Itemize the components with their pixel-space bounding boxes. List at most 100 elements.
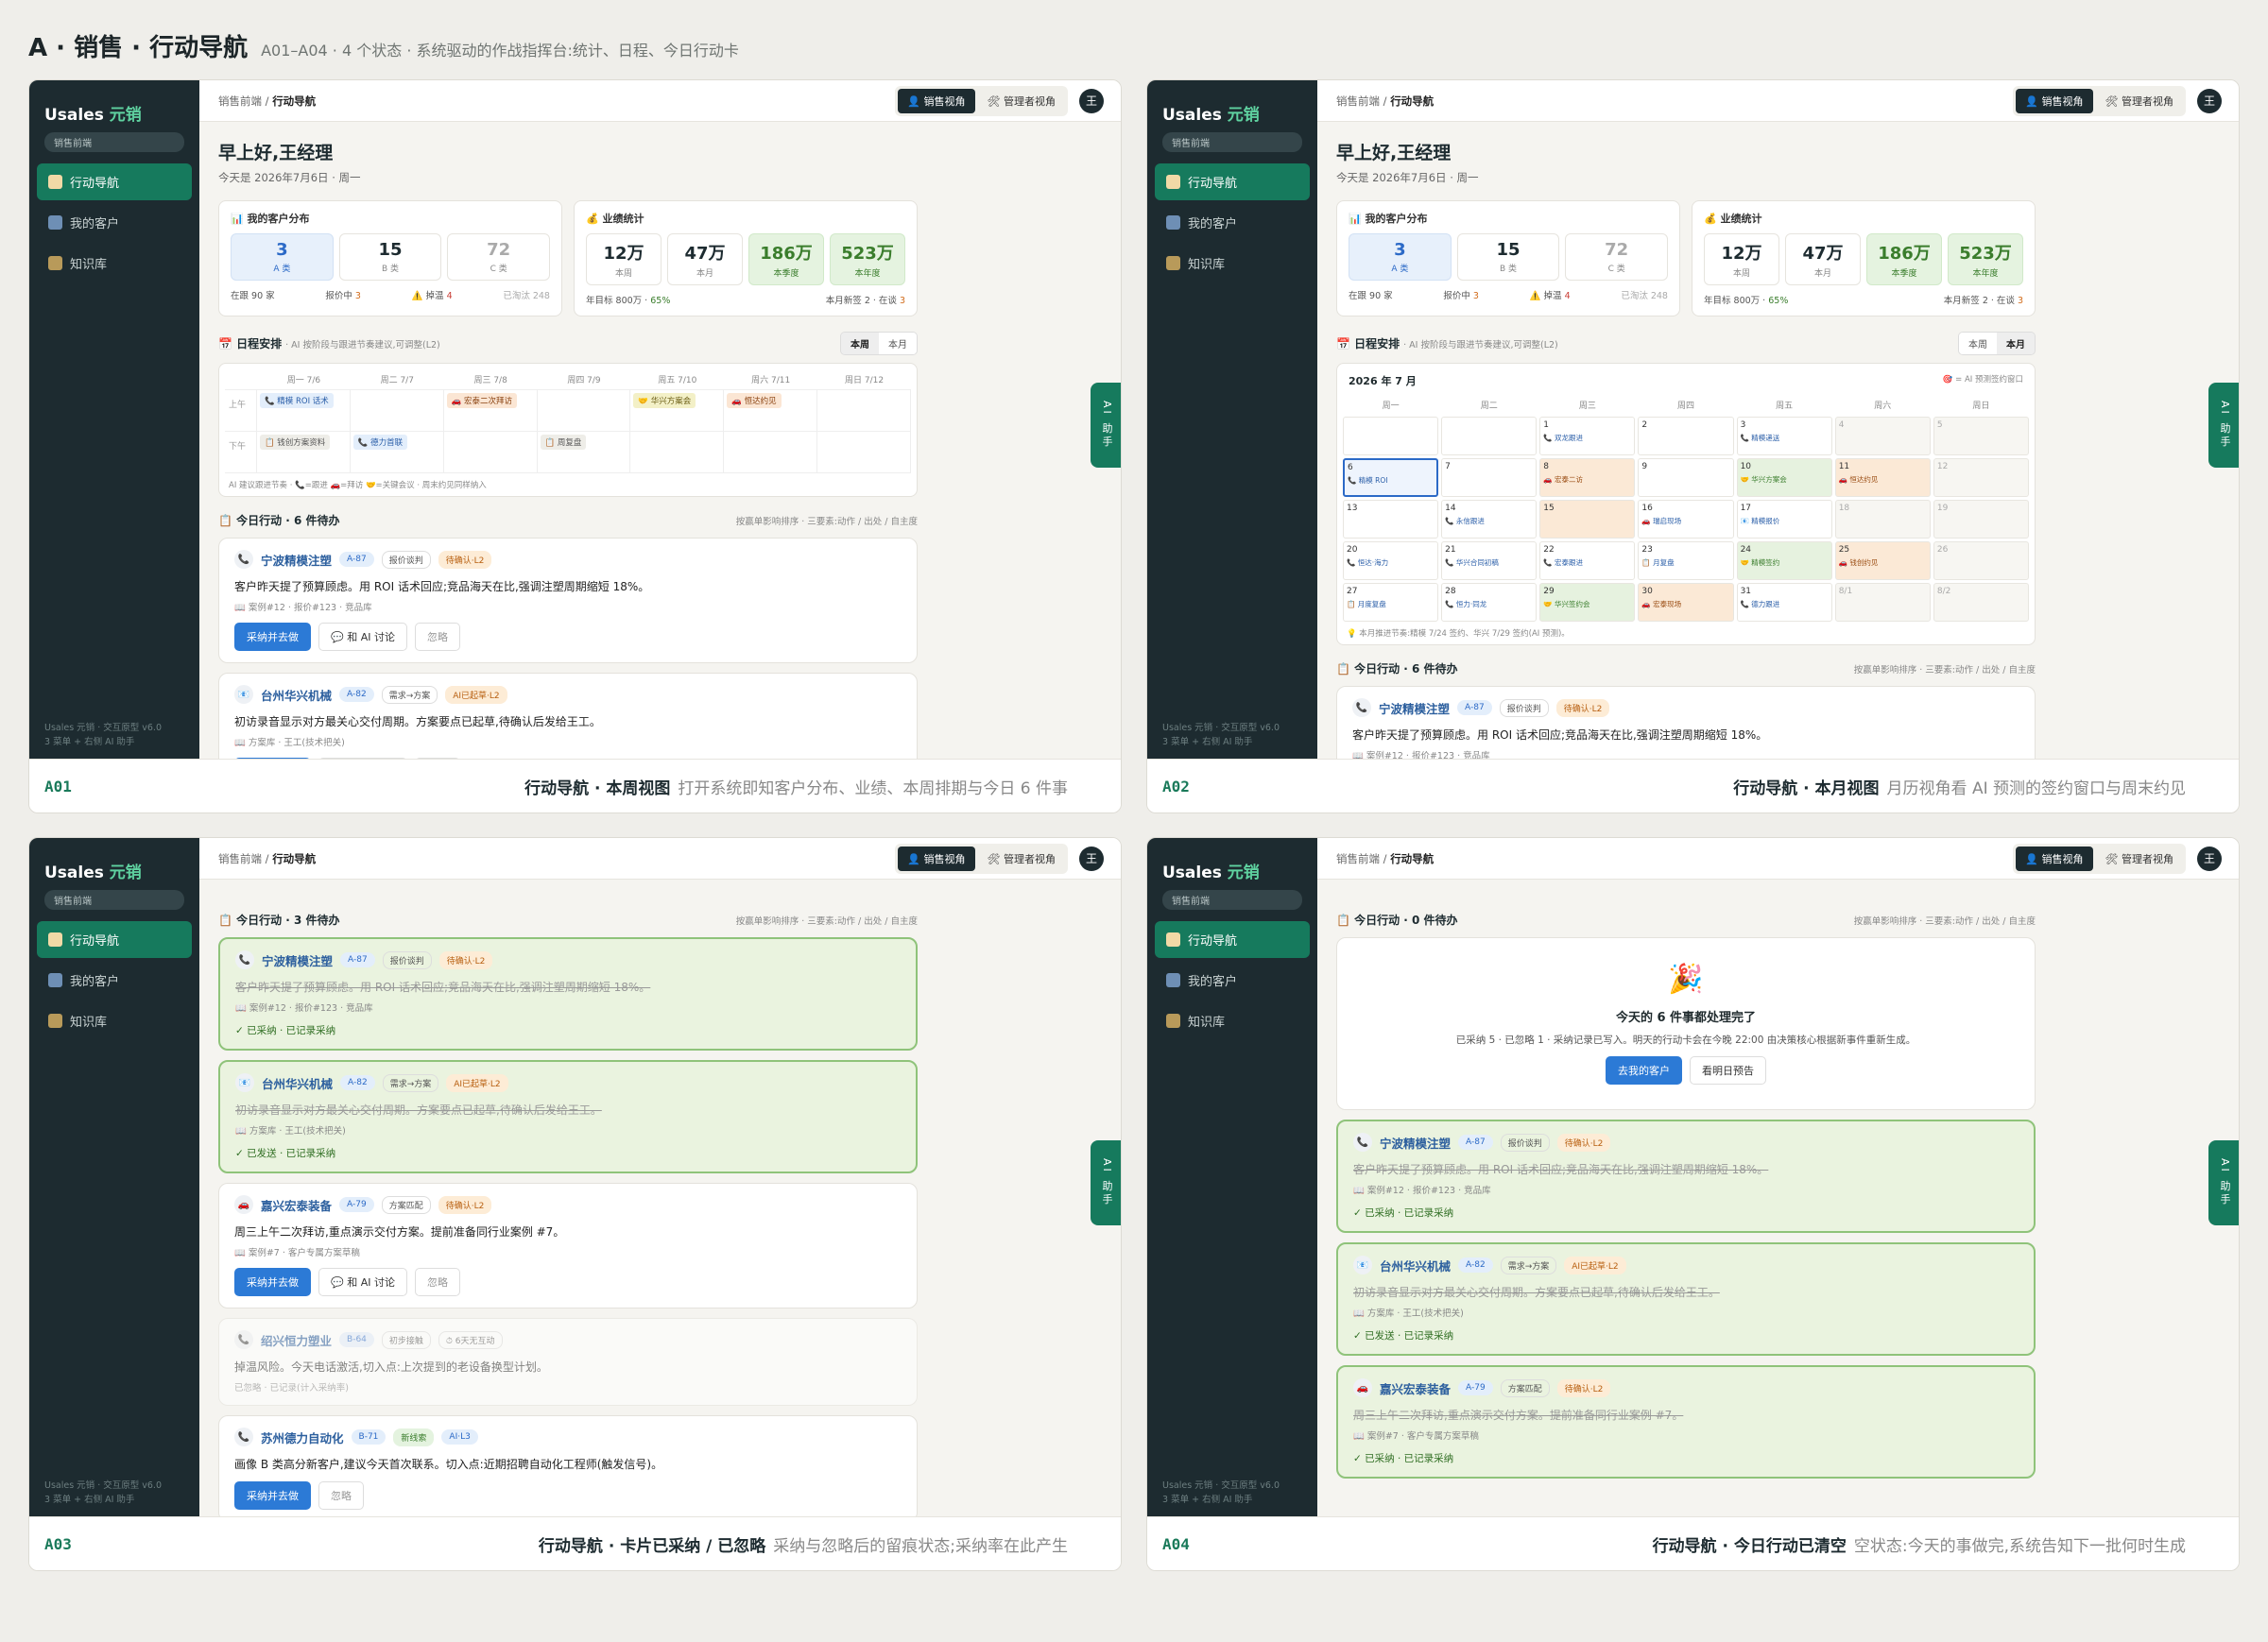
month-day-cell[interactable]: 17 📧 精模报价 [1736, 500, 1832, 539]
calendar-cell[interactable] [443, 432, 538, 473]
month-day-cell[interactable]: 30 🚗 宏泰现场 [1638, 583, 1734, 622]
calendar-event[interactable]: 📋 钱创方案资料 [260, 435, 331, 450]
month-day-cell[interactable]: 28 📞 恒力·同龙 [1441, 583, 1538, 622]
action-card[interactable]: 🚗 嘉兴宏泰装备 A-79 方案匹配 待确认·L2 周三上午二次拜访,重点演示交… [218, 1183, 918, 1308]
sidebar-item-knowledge[interactable]: 知识库 [1155, 245, 1310, 282]
calendar-event[interactable]: 🚗 瑞启现场 [1641, 516, 1729, 526]
month-day-cell[interactable]: 24 🤝 精模签约 [1736, 541, 1832, 580]
month-day-cell[interactable]: 18 [1834, 500, 1931, 539]
calendar-event[interactable]: 🚗 恒达约见 [727, 393, 782, 408]
sidebar-item-action-nav[interactable]: 行动导航 [1155, 163, 1310, 200]
calendar-cell[interactable] [537, 390, 631, 432]
sidebar-item-knowledge[interactable]: 知识库 [1155, 1002, 1310, 1039]
calendar-cell[interactable]: 🚗 宏泰二次拜访 [443, 390, 538, 432]
action-card[interactable]: 📞 宁波精模注塑 A-87 报价谈判 待确认·L2 客户昨天提了预算顾虑。用 R… [1336, 1120, 2036, 1233]
action-card[interactable]: 📧 台州华兴机械 A-82 需求→方案 AI已起草·L2 初访录音显示对方最关心… [218, 673, 918, 761]
calendar-event[interactable]: 📋 月复盘 [1641, 557, 1729, 568]
calendar-cell[interactable]: 📋 钱创方案资料 [257, 432, 351, 473]
customer-name[interactable]: 宁波精模注塑 [262, 951, 333, 969]
calendar-cell[interactable]: 📋 周复盘 [537, 432, 631, 473]
calendar-event[interactable]: 📞 华兴合同初稿 [1445, 557, 1533, 568]
month-day-cell[interactable]: 13 [1343, 500, 1439, 539]
month-day-cell[interactable]: 21 📞 华兴合同初稿 [1441, 541, 1538, 580]
sidebar-item-customers[interactable]: 我的客户 [1155, 204, 1310, 241]
customer-name[interactable]: 宁波精模注塑 [1379, 699, 1450, 717]
month-day-cell[interactable]: 8/2 [1933, 583, 2029, 622]
calendar-event[interactable]: 📞 德力首联 [352, 435, 408, 450]
customer-name[interactable]: 宁波精模注塑 [1380, 1134, 1451, 1152]
calendar-event[interactable]: 🤝 华兴方案会 [1741, 474, 1829, 485]
ai-assistant-tab[interactable]: AI 助手 [1091, 1140, 1121, 1225]
admin-view-button[interactable]: 🛠 管理者视角 [978, 89, 1065, 113]
avatar[interactable]: 王 [1079, 88, 1104, 113]
tab-week[interactable]: 本周 [1959, 333, 1997, 354]
customer-name[interactable]: 台州华兴机械 [261, 686, 332, 704]
sidebar-item-action-nav[interactable]: 行动导航 [1155, 921, 1310, 958]
ai-discuss-button[interactable]: 💬 和 AI 讨论 [318, 623, 407, 651]
month-day-cell[interactable]: 9 [1638, 458, 1734, 497]
month-day-cell[interactable]: 26 [1933, 541, 2029, 580]
adopt-button[interactable]: 采纳并去做 [234, 623, 311, 651]
tile-c-class[interactable]: 72 C 类 [1565, 233, 1669, 281]
tomorrow-preview-button[interactable]: 看明日预告 [1690, 1056, 1766, 1085]
calendar-event[interactable]: 🚗 宏泰现场 [1641, 599, 1729, 609]
month-day-cell[interactable]: 27 📋 月度复盘 [1343, 583, 1439, 622]
sidebar-item-customers[interactable]: 我的客户 [37, 962, 192, 999]
month-day-cell[interactable]: 11 🚗 恒达约见 [1834, 458, 1931, 497]
calendar-cell[interactable]: 🤝 华兴方案会 [630, 390, 725, 432]
admin-view-button[interactable]: 🛠 管理者视角 [2096, 89, 2183, 113]
calendar-event[interactable]: 📋 周复盘 [540, 435, 587, 450]
month-day-cell[interactable]: 4 [1834, 417, 1931, 455]
calendar-cell[interactable] [630, 432, 725, 473]
customer-name[interactable]: 嘉兴宏泰装备 [1380, 1379, 1451, 1397]
calendar-event[interactable]: 📞 精模 ROI [1348, 475, 1434, 486]
customer-name[interactable]: 苏州德力自动化 [261, 1428, 344, 1446]
calendar-cell[interactable]: 📞 精模 ROI 话术 [257, 390, 351, 432]
sales-view-button[interactable]: 👤 销售视角 [898, 846, 975, 871]
ignore-button[interactable]: 忽略 [414, 623, 460, 651]
sidebar-item-customers[interactable]: 我的客户 [1155, 962, 1310, 999]
calendar-event[interactable]: 🚗 宏泰二次拜访 [446, 393, 517, 408]
tile-b-class[interactable]: 15 B 类 [338, 233, 442, 281]
month-day-cell[interactable]: 20 📞 恒达·海力 [1343, 541, 1439, 580]
action-card[interactable]: 📞 宁波精模注塑 A-87 报价谈判 待确认·L2 客户昨天提了预算顾虑。用 R… [1336, 686, 2036, 761]
ai-discuss-button[interactable]: 💬 和 AI 讨论 [318, 1268, 407, 1296]
calendar-event[interactable]: 📞 恒力·同龙 [1445, 599, 1533, 609]
sidebar-item-knowledge[interactable]: 知识库 [37, 1002, 192, 1039]
action-card[interactable]: 📞 宁波精模注塑 A-87 报价谈判 待确认·L2 客户昨天提了预算顾虑。用 R… [218, 538, 918, 663]
tile-a-class[interactable]: 3A 类 [231, 233, 334, 281]
tab-week[interactable]: 本周 [841, 333, 879, 354]
month-day-cell[interactable]: 6 📞 精模 ROI [1343, 458, 1439, 497]
calendar-event[interactable]: 📞 宏泰跟进 [1543, 557, 1631, 568]
calendar-cell[interactable] [724, 432, 818, 473]
action-card[interactable]: 📞 苏州德力自动化 B-71 新线索 AI·L3 画像 B 类高分新客户,建议今… [218, 1415, 918, 1518]
month-day-cell[interactable]: 3 📞 精模递送 [1736, 417, 1832, 455]
action-card[interactable]: 📧 台州华兴机械 A-82 需求→方案 AI已起草·L2 初访录音显示对方最关心… [218, 1060, 918, 1173]
month-day-cell[interactable]: 23 📋 月复盘 [1638, 541, 1734, 580]
admin-view-button[interactable]: 🛠 管理者视角 [978, 847, 1065, 871]
month-day-cell[interactable]: 1 📞 双龙跟进 [1539, 417, 1636, 455]
month-day-cell[interactable]: 15 [1539, 500, 1636, 539]
ai-assistant-tab[interactable]: AI 助手 [1091, 383, 1121, 468]
calendar-event[interactable]: 📞 德力跟进 [1741, 599, 1829, 609]
calendar-event[interactable]: 🚗 恒达约见 [1839, 474, 1927, 485]
month-day-cell[interactable]: 25 🚗 钱创约见 [1834, 541, 1931, 580]
action-card[interactable]: 🚗 嘉兴宏泰装备 A-79 方案匹配 待确认·L2 周三上午二次拜访,重点演示交… [1336, 1365, 2036, 1479]
calendar-event[interactable]: 📞 精模递送 [1741, 433, 1829, 443]
tile-a-class[interactable]: 3A 类 [1349, 233, 1452, 281]
tile-b-class[interactable]: 15 B 类 [1456, 233, 1560, 281]
calendar-event[interactable]: 🤝 华兴签约会 [1543, 599, 1631, 609]
calendar-cell[interactable] [817, 390, 911, 432]
calendar-event[interactable]: 🚗 宏泰二访 [1543, 474, 1631, 485]
ai-assistant-tab[interactable]: AI 助手 [2208, 1140, 2239, 1225]
tab-month[interactable]: 本月 [1997, 333, 2035, 354]
go-customers-button[interactable]: 去我的客户 [1606, 1056, 1682, 1085]
sales-view-button[interactable]: 👤 销售视角 [898, 88, 975, 113]
calendar-event[interactable]: 📋 月度复盘 [1347, 599, 1435, 609]
calendar-cell[interactable] [350, 390, 444, 432]
ignore-button[interactable]: 忽略 [414, 1268, 460, 1296]
month-day-cell[interactable]: 2 [1638, 417, 1734, 455]
avatar[interactable]: 王 [2197, 846, 2222, 871]
tab-month[interactable]: 本月 [879, 333, 917, 354]
month-day-cell[interactable]: 16 🚗 瑞启现场 [1638, 500, 1734, 539]
